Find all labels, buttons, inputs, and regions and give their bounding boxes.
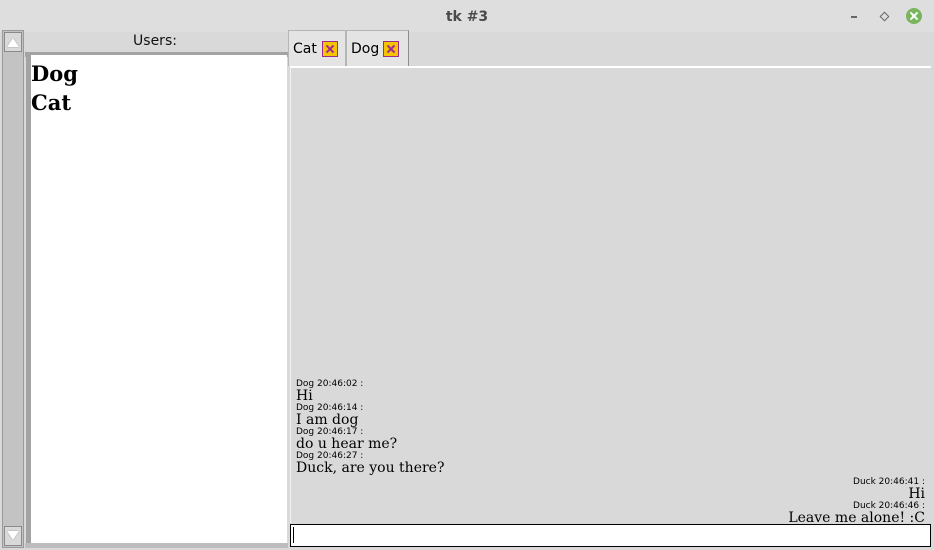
users-heading: Users: (133, 33, 177, 49)
message: Dog 20:46:14 : I am dog (296, 403, 363, 427)
users-list[interactable]: Dog Cat (26, 55, 287, 543)
message: Dog 20:46:02 : Hi (296, 379, 363, 403)
tab-label: Dog (351, 41, 380, 57)
close-x-icon[interactable] (383, 41, 399, 57)
window-title: tk #3 (445, 9, 489, 25)
minimize-icon[interactable] (846, 8, 862, 24)
tab-dog[interactable]: Dog (346, 30, 409, 66)
tab-cat[interactable]: Cat (288, 30, 346, 66)
maximize-icon[interactable] (876, 8, 892, 24)
message-text: I am dog (296, 412, 359, 428)
user-item[interactable]: Dog (31, 59, 78, 88)
close-window-icon[interactable] (906, 8, 922, 24)
user-item[interactable]: Cat (31, 88, 78, 117)
message-text: do u hear me? (296, 436, 398, 452)
arrow-up-icon (7, 38, 19, 47)
message: Duck 20:46:46 : Leave me alone! :C (788, 501, 925, 525)
text-cursor (293, 527, 294, 543)
message: Dog 20:46:27 : Duck, are you there? (296, 451, 444, 475)
arrow-down-icon (7, 531, 19, 540)
message: Duck 20:46:41 : Hi (853, 477, 925, 501)
scroll-up-button[interactable] (4, 32, 22, 52)
divider (25, 543, 288, 548)
message: Dog 20:46:17 : do u hear me? (296, 427, 397, 451)
message-text: Duck, are you there? (296, 460, 445, 476)
message-text: Hi (908, 486, 925, 502)
scroll-down-button[interactable] (4, 526, 22, 546)
title-bar: tk #3 (0, 0, 934, 32)
message-text: Hi (296, 388, 313, 404)
chat-log[interactable]: Dog 20:46:02 : Hi Dog 20:46:14 : I am do… (290, 66, 931, 525)
message-text: Leave me alone! :C (788, 510, 925, 526)
tab-label: Cat (293, 41, 317, 57)
users-scrollbar[interactable] (2, 30, 24, 548)
close-x-icon[interactable] (322, 41, 338, 57)
message-input[interactable] (290, 524, 931, 547)
